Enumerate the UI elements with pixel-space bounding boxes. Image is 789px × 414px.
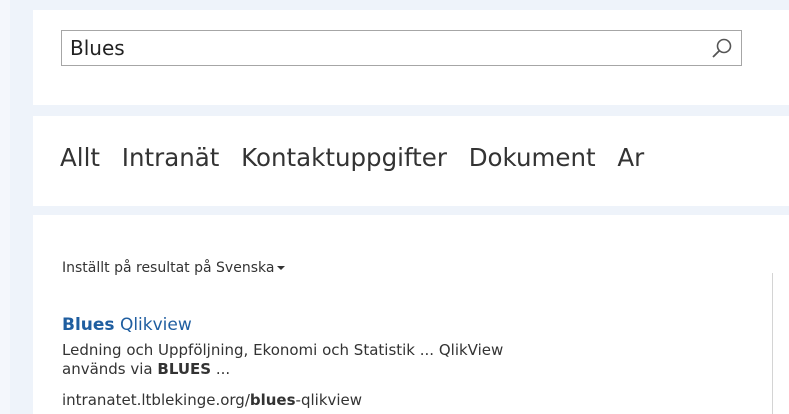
url-suffix: -qlikview [295,391,363,409]
search-tabs: Allt Intranät Kontaktuppgifter Dokument … [60,143,658,172]
search-panel [33,10,789,105]
search-box[interactable] [61,30,742,66]
snippet-line-2: används via BLUES ... [62,360,702,379]
snippet-line-1: Ledning och Uppföljning, Ekonomi och Sta… [62,341,504,359]
tabs-panel: Allt Intranät Kontaktuppgifter Dokument … [33,116,789,206]
result-title-link[interactable]: Blues Qlikview [62,315,192,335]
left-edge-strip [0,0,10,414]
search-input[interactable] [70,31,690,65]
caret-down-icon [277,266,286,270]
snippet-match: BLUES [157,360,212,378]
result-title-rest: Qlikview [114,315,192,335]
tab-intranat[interactable]: Intranät [122,143,220,172]
language-filter[interactable]: Inställt på resultat på Svenska [62,260,286,276]
snippet-line-2-suffix: ... [211,360,231,378]
tab-ar-truncated[interactable]: Ar [617,143,644,172]
language-filter-label: Inställt på resultat på Svenska [62,260,275,276]
tab-allt[interactable]: Allt [60,143,100,172]
search-icon[interactable] [711,37,733,59]
tab-dokument[interactable]: Dokument [469,143,596,172]
result-url: intranatet.ltblekinge.org/blues-qlikview [62,391,362,409]
url-match: blues [249,391,296,409]
results-panel: Inställt på resultat på Svenska Blues Ql… [33,215,789,414]
result-title-match: Blues [62,315,115,335]
snippet-line-2-prefix: används via [62,360,158,378]
url-prefix: intranatet.ltblekinge.org/ [62,391,250,409]
divider-line [772,273,773,414]
tab-kontaktuppgifter[interactable]: Kontaktuppgifter [241,143,447,172]
result-snippet: Ledning och Uppföljning, Ekonomi och Sta… [62,341,702,379]
